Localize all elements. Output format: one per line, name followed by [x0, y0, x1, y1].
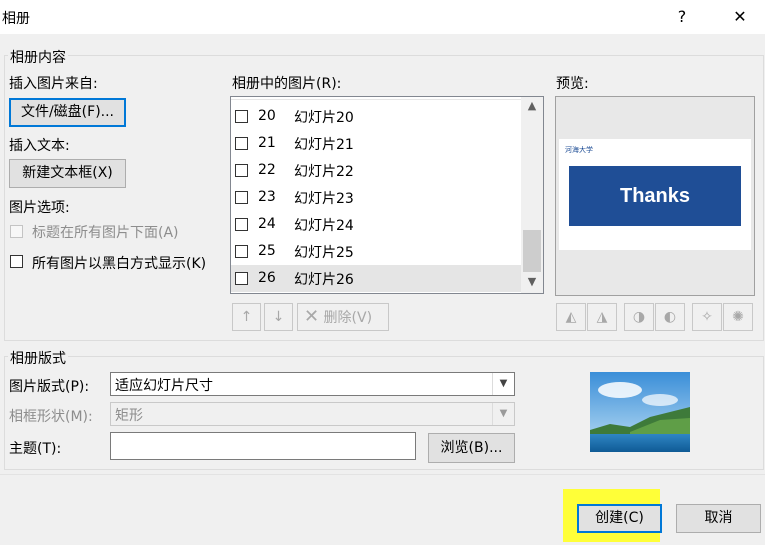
list-item-checkbox[interactable]	[235, 191, 248, 204]
chevron-down-icon[interactable]: ▼	[492, 373, 514, 395]
list-item[interactable]: 24 幻灯片24	[231, 211, 521, 238]
dialog-title: 相册	[2, 11, 30, 27]
black-white-checkbox[interactable]	[10, 255, 23, 268]
move-up-button[interactable]: ↑	[232, 303, 261, 331]
pictures-list[interactable]: 20 幻灯片20 21 幻灯片21 22 幻灯片22 23 幻灯片23 24 幻…	[230, 96, 544, 294]
list-item-name: 幻灯片25	[294, 245, 354, 261]
cancel-button[interactable]: 取消	[676, 504, 761, 533]
delete-label: 删除(V)	[323, 310, 373, 326]
new-textbox-button[interactable]: 新建文本框(X)	[9, 159, 126, 188]
list-item-name: 幻灯片22	[294, 164, 354, 180]
album-layout-legend: 相册版式	[8, 348, 68, 368]
arrow-up-icon: ↑	[240, 309, 253, 325]
scrollbar-thumb[interactable]	[523, 230, 541, 272]
footer-divider	[0, 474, 765, 475]
list-item-checkbox[interactable]	[235, 164, 248, 177]
frame-shape-value: 矩形	[115, 408, 143, 424]
list-item-number: 23	[258, 189, 276, 205]
black-white-option-label: 所有图片以黑白方式显示(K)	[32, 256, 207, 272]
list-item[interactable]: 23 幻灯片23	[231, 184, 521, 211]
list-item[interactable]: 22 幻灯片22	[231, 157, 521, 184]
brightness-down-icon[interactable]: ✺	[723, 303, 753, 331]
list-item-selected[interactable]: 26 幻灯片26	[231, 265, 521, 292]
scroll-down-icon[interactable]: ▼	[521, 273, 543, 291]
create-button[interactable]: 创建(C)	[577, 504, 662, 533]
list-item-number: 25	[258, 243, 276, 259]
list-item-name: 幻灯片21	[294, 137, 354, 153]
list-item[interactable]: 20 幻灯片20	[231, 103, 521, 130]
list-item-partial	[231, 97, 521, 100]
rotate-left-icon[interactable]: ◭	[556, 303, 586, 331]
arrow-down-icon: ↓	[272, 309, 285, 325]
move-down-button[interactable]: ↓	[264, 303, 293, 331]
layout-preview-image	[590, 372, 690, 452]
list-item-checkbox[interactable]	[235, 218, 248, 231]
album-content-legend: 相册内容	[8, 47, 68, 67]
caption-option-label: 标题在所有图片下面(A)	[32, 225, 179, 241]
delete-button[interactable]: ✕ 删除(V)	[297, 303, 389, 331]
contrast-down-icon[interactable]: ◐	[655, 303, 685, 331]
list-item-checkbox[interactable]	[235, 272, 248, 285]
list-item-name: 幻灯片20	[294, 110, 354, 126]
rotate-right-icon[interactable]: ◮	[587, 303, 617, 331]
caption-checkbox[interactable]	[10, 225, 23, 238]
chevron-down-icon[interactable]: ▼	[492, 403, 514, 425]
delete-x-icon: ✕	[304, 306, 320, 327]
list-item-number: 21	[258, 135, 276, 151]
contrast-up-icon[interactable]: ◑	[624, 303, 654, 331]
list-item-number: 20	[258, 108, 276, 124]
list-item-name: 幻灯片24	[294, 218, 354, 234]
help-button[interactable]: ?	[668, 4, 696, 30]
theme-label: 主题(T):	[9, 441, 62, 457]
list-item-number: 22	[258, 162, 276, 178]
picture-layout-label: 图片版式(P):	[9, 379, 90, 395]
browse-button[interactable]: 浏览(B)...	[428, 433, 515, 463]
preview-slide-banner: Thanks	[569, 166, 741, 226]
preview-label: 预览:	[556, 76, 589, 92]
frame-shape-select[interactable]: 矩形 ▼	[110, 402, 515, 426]
university-logo: 河海大学	[565, 146, 593, 154]
list-item-number: 24	[258, 216, 276, 232]
frame-shape-label: 相框形状(M):	[9, 409, 93, 425]
list-item-checkbox[interactable]	[235, 137, 248, 150]
list-item-number: 26	[258, 270, 276, 286]
pictures-in-album-label: 相册中的图片(R):	[232, 76, 342, 92]
title-bar: 相册 ? ✕	[0, 0, 765, 34]
theme-input[interactable]	[110, 432, 416, 460]
list-item-checkbox[interactable]	[235, 110, 248, 123]
file-disk-button[interactable]: 文件/磁盘(F)...	[9, 98, 126, 127]
insert-text-label: 插入文本:	[9, 138, 70, 154]
picture-options-label: 图片选项:	[9, 200, 70, 216]
list-item-checkbox[interactable]	[235, 245, 248, 258]
scroll-up-icon[interactable]: ▲	[521, 97, 543, 115]
insert-from-label: 插入图片来自:	[9, 76, 98, 92]
list-item-name: 幻灯片26	[294, 272, 354, 288]
list-item[interactable]: 21 幻灯片21	[231, 130, 521, 157]
close-button[interactable]: ✕	[726, 4, 754, 30]
picture-layout-select[interactable]: 适应幻灯片尺寸 ▼	[110, 372, 515, 396]
brightness-up-icon[interactable]: ✧	[692, 303, 722, 331]
picture-layout-value: 适应幻灯片尺寸	[115, 378, 213, 394]
list-item[interactable]: 25 幻灯片25	[231, 238, 521, 265]
list-item-name: 幻灯片23	[294, 191, 354, 207]
